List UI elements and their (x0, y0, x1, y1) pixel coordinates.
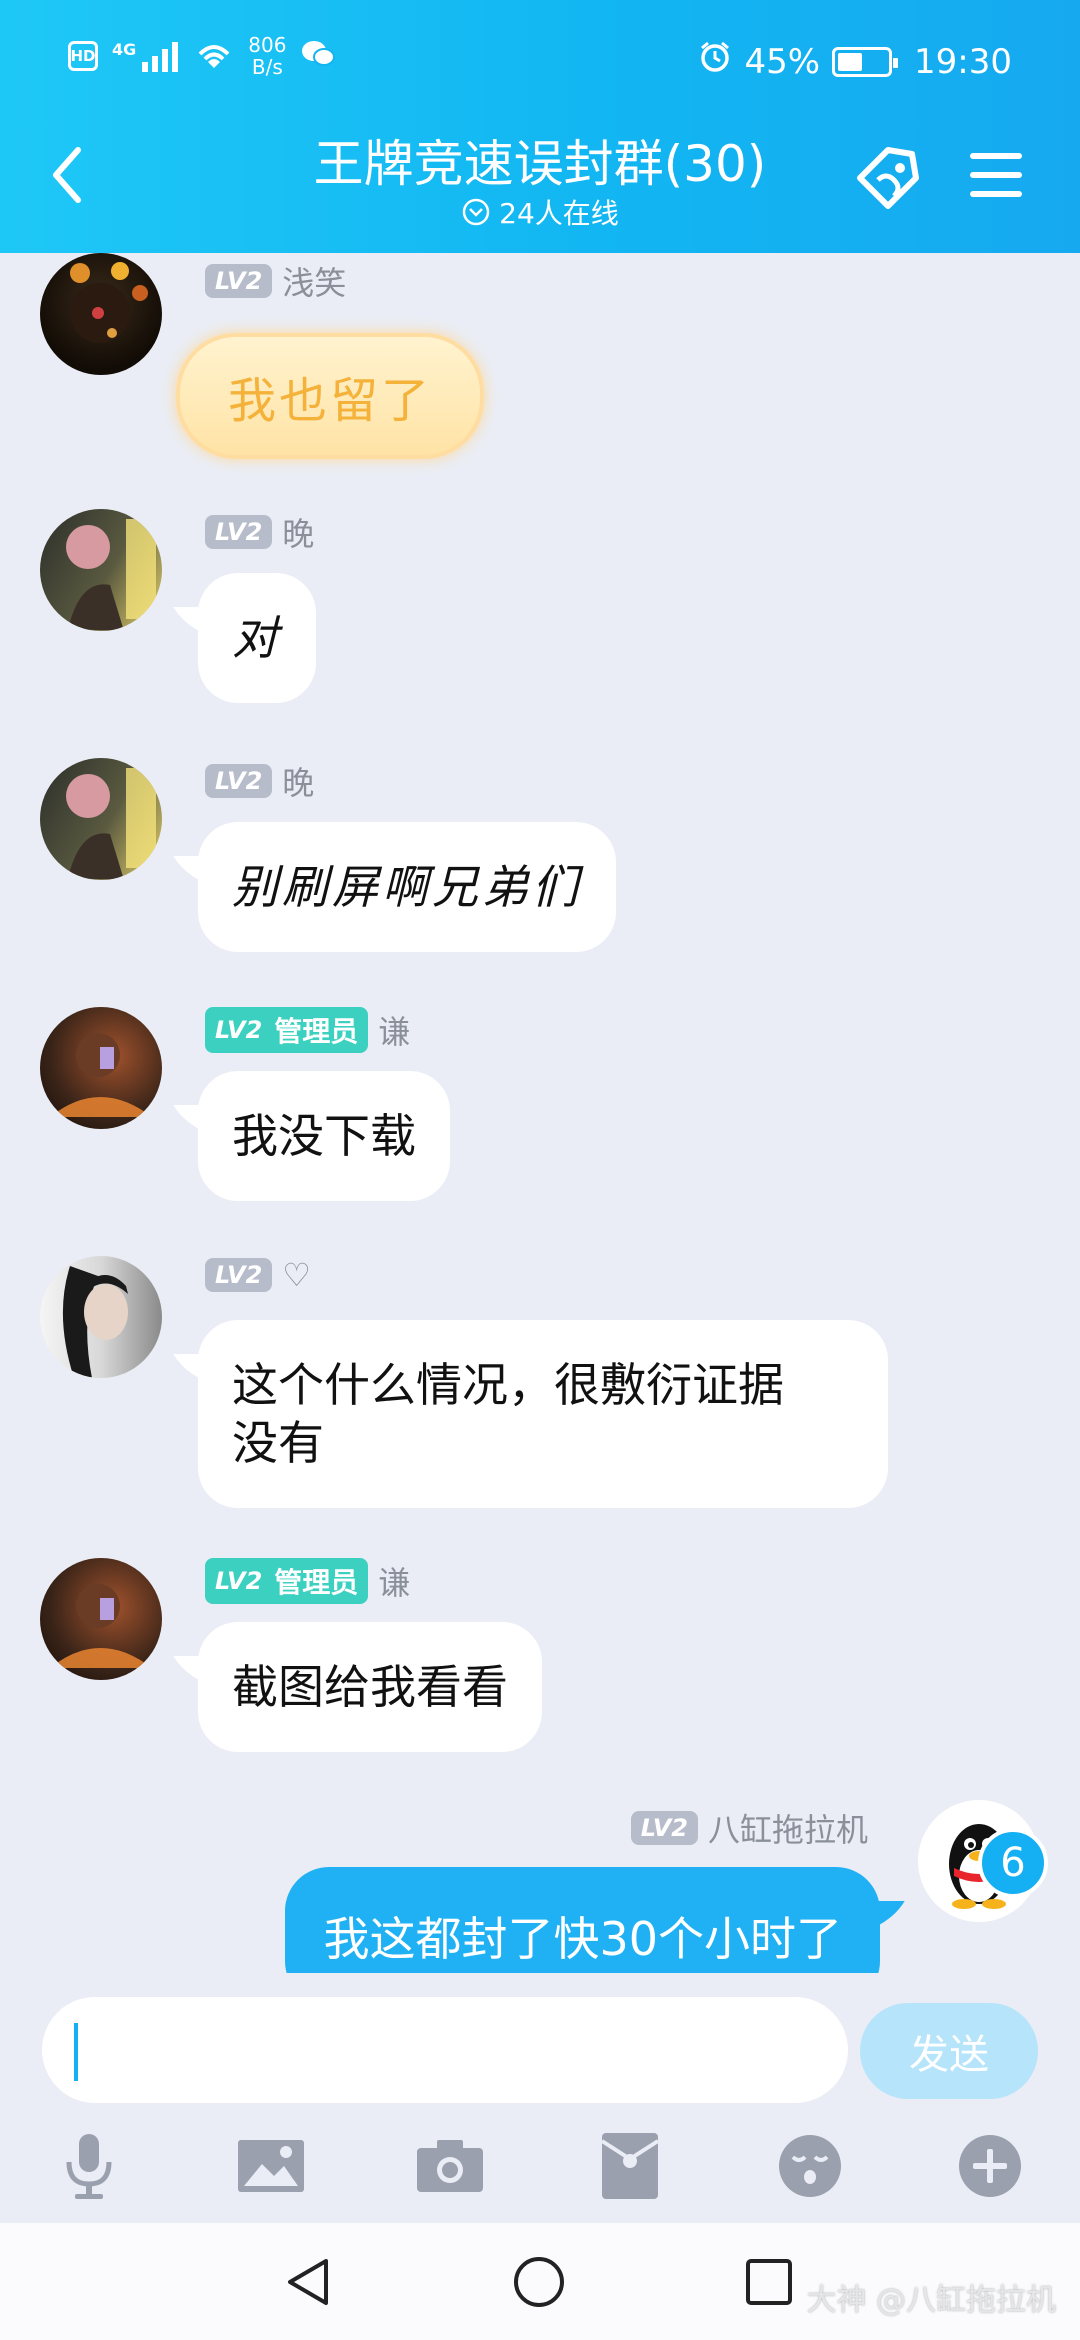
hamburger-icon (970, 153, 1022, 197)
system-nav-bar: 大神 @八缸拖拉机 (0, 2223, 1080, 2340)
sender-name[interactable]: 晚 (282, 758, 314, 804)
level-badge: LV2 (205, 764, 273, 798)
message-bubble[interactable]: 我没下载 (198, 1071, 450, 1201)
image-icon (238, 2140, 304, 2192)
menu-button[interactable] (966, 145, 1026, 205)
circle-home-icon (514, 2257, 564, 2307)
nav-home-button[interactable] (502, 2245, 576, 2319)
sender-name[interactable]: 八缸拖拉机 (708, 1805, 868, 1851)
emoji-icon (779, 2135, 841, 2197)
sender-name[interactable]: 浅笑 (282, 258, 346, 304)
link-tag-icon (857, 147, 919, 209)
red-packet-button[interactable] (585, 2121, 675, 2211)
battery-percent: 45% (744, 41, 821, 82)
my-message-bubble[interactable]: 我这都封了快30个小时了 (285, 1867, 880, 1973)
avatar[interactable] (40, 1256, 162, 1378)
avatar[interactable] (40, 758, 162, 880)
sender-name[interactable]: ♡ (282, 1256, 311, 1294)
message-input[interactable] (42, 1997, 848, 2103)
plus-icon (959, 2135, 1021, 2197)
message-bubble[interactable]: 截图给我看看 (198, 1622, 542, 1752)
sender-name[interactable]: 晚 (282, 509, 314, 555)
level-label: LV2 (215, 1567, 263, 1595)
sender-name[interactable]: 谦 (378, 1558, 410, 1604)
camera-button[interactable] (405, 2121, 495, 2211)
sender-info: LV2 八缸拖拉机 (630, 1805, 868, 1851)
hd-badge: HD (68, 41, 98, 71)
message-item: LV2 浅笑 我也留了 (0, 253, 1080, 459)
group-link-button[interactable] (850, 140, 930, 220)
level-badge: LV2 (630, 1811, 698, 1845)
unread-count-badge[interactable]: 6 (978, 1828, 1048, 1898)
role-label: 管理员 (274, 1566, 359, 1599)
sender-info: LV2 管理员 谦 (205, 1007, 410, 1053)
sender-info: LV2 晚 (205, 509, 314, 555)
top-header: HD 4G 806 B/s 45% 19:30 王牌竞速误封群(30) 24人在… (0, 0, 1080, 253)
avatar[interactable] (40, 1558, 162, 1680)
camera-icon (417, 2140, 483, 2192)
voice-button[interactable] (44, 2121, 134, 2211)
sender-info: LV2 晚 (205, 758, 314, 804)
network-type: 4G (112, 40, 137, 59)
more-button[interactable] (945, 2121, 1035, 2211)
red-packet-icon (600, 2133, 660, 2199)
watermark: 大神 @八缸拖拉机 (806, 2283, 1056, 2318)
admin-badge: LV2 管理员 (205, 1007, 369, 1053)
level-badge: LV2 (205, 264, 273, 298)
nav-recents-button[interactable] (732, 2245, 806, 2319)
triangle-back-icon (288, 2259, 328, 2305)
signal-icon: 4G (112, 40, 180, 72)
speed-value: 806 (248, 33, 287, 57)
chat-message-list[interactable]: LV2 浅笑 我也留了 LV2 晚 对 LV2 晚 别刷屏啊兄弟们 LV2 管理… (0, 253, 1080, 1973)
wifi-icon (194, 38, 234, 74)
message-bubble[interactable]: 这个什么情况，很敷衍证据 没有 (198, 1320, 888, 1508)
wechat-icon (300, 39, 336, 73)
avatar[interactable] (40, 1007, 162, 1129)
sender-info: LV2 管理员 谦 (205, 1558, 410, 1604)
input-toolbar (0, 2121, 1080, 2211)
level-badge: LV2 (205, 1258, 273, 1292)
avatar[interactable] (40, 253, 162, 375)
input-area: 发送 (0, 1973, 1080, 2223)
microphone-icon (66, 2134, 112, 2199)
speed-unit: B/s (251, 55, 283, 79)
chevron-down-circle-icon (462, 198, 490, 226)
role-label: 管理员 (274, 1015, 359, 1048)
status-bar: HD 4G 806 B/s 45% 19:30 (0, 0, 1080, 120)
online-count: 24人在线 (499, 197, 619, 230)
emoji-button[interactable] (765, 2121, 855, 2211)
alarm-icon (698, 40, 732, 83)
admin-badge: LV2 管理员 (205, 1558, 369, 1604)
message-bubble[interactable]: 别刷屏啊兄弟们 (198, 822, 616, 952)
text-cursor (74, 2023, 78, 2081)
image-button[interactable] (226, 2121, 316, 2211)
sender-info: LV2 ♡ (205, 1256, 311, 1294)
sticker-message-bubble[interactable]: 我也留了 (176, 333, 484, 459)
nav-back-button[interactable] (272, 2245, 346, 2319)
level-badge: LV2 (205, 515, 273, 549)
level-label: LV2 (215, 1016, 263, 1044)
network-speed: 806 B/s (248, 34, 286, 78)
battery-icon (832, 46, 899, 77)
clock: 19:30 (914, 41, 1012, 82)
sender-info: LV2 浅笑 (205, 258, 346, 304)
avatar[interactable] (40, 509, 162, 631)
message-bubble[interactable]: 对 (198, 573, 316, 703)
send-button[interactable]: 发送 (860, 2003, 1038, 2099)
square-recents-icon (746, 2259, 792, 2305)
sender-name[interactable]: 谦 (378, 1007, 410, 1053)
